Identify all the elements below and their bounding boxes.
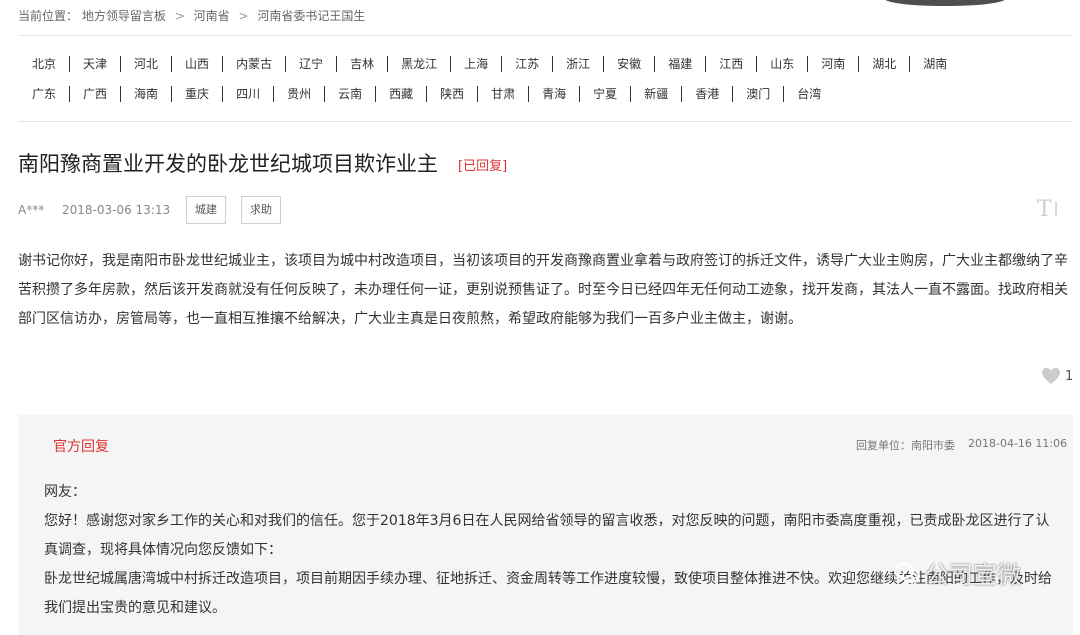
province-link[interactable]: 澳门 [733,86,785,102]
breadcrumb-item-province[interactable]: 河南省 [194,9,230,23]
province-link[interactable]: 北京 [18,56,71,72]
province-link[interactable]: 上海 [451,56,503,72]
province-link[interactable]: 湖南 [910,56,960,72]
province-link[interactable]: 河南 [808,56,860,72]
breadcrumb: 当前位置： 地方领导留言板 > 河南省 > 河南省委书记王国生 [18,7,365,24]
province-link[interactable]: 江西 [706,56,758,72]
heart-icon [1042,367,1060,385]
breadcrumb-separator: > [174,9,185,23]
province-link[interactable]: 云南 [325,86,377,102]
breadcrumb-item-board[interactable]: 地方领导留言板 [82,9,166,23]
font-size-mark [1054,202,1057,216]
font-size-icon[interactable]: T [1037,197,1060,222]
province-nav-row-2: 广东 广西 海南 重庆 四川 贵州 云南 西藏 陕西 甘肃 青海 宁夏 新疆 香港 澳门 台湾 [18,86,834,102]
province-link[interactable]: 青海 [529,86,581,102]
top-decoration [885,0,1005,6]
post-body: 谢书记你好，我是南阳市卧龙世纪城业主，该项目为城中村改造项目，当初该项目的开发商… [18,253,1068,327]
page-title: 南阳豫商置业开发的卧龙世纪城项目欺诈业主 [18,152,438,176]
province-link[interactable]: 广东 [18,86,71,102]
province-link[interactable]: 山西 [172,56,224,72]
province-link[interactable]: 广西 [70,86,122,102]
province-link[interactable]: 宁夏 [580,86,632,102]
province-link[interactable]: 江苏 [502,56,554,72]
breadcrumb-item-leader[interactable]: 河南省委书记王国生 [257,9,365,23]
province-link[interactable]: 四川 [223,86,275,102]
province-link[interactable]: 吉林 [337,56,389,72]
post-time: 2018-03-06 13:13 [62,203,171,217]
province-link[interactable]: 河北 [121,56,173,72]
province-link[interactable]: 西藏 [376,86,428,102]
reply-body: 网友： 您好！感谢您对家乡工作的关心和对我们的信任。您于2018年3月6日在人民… [44,478,1054,623]
province-link[interactable]: 台湾 [784,86,834,102]
province-link[interactable]: 甘肃 [478,86,530,102]
province-link[interactable]: 海南 [121,86,173,102]
divider [18,121,1073,122]
reply-greeting: 网友： [44,484,86,500]
province-link[interactable]: 福建 [655,56,707,72]
province-link[interactable]: 天津 [70,56,122,72]
province-link[interactable]: 陕西 [427,86,479,102]
province-link[interactable]: 山东 [757,56,809,72]
post-author: A*** [18,203,45,217]
breadcrumb-separator: > [238,9,249,23]
province-link[interactable]: 重庆 [172,86,224,102]
reply-time: 2018-04-16 11:06 [968,437,1068,450]
province-link[interactable]: 黑龙江 [388,56,452,72]
reply-label: 官方回复 [53,439,109,455]
province-nav-row-1: 北京 天津 河北 山西 内蒙古 辽宁 吉林 黑龙江 上海 江苏 浙江 安徽 福建 江西 山东 河南 湖北 湖南 [18,56,960,72]
province-link[interactable]: 浙江 [553,56,605,72]
province-link[interactable]: 贵州 [274,86,326,102]
official-reply-panel: 官方回复 回复单位：南阳市委 2018-04-16 11:06 网友： 您好！感… [18,415,1073,635]
province-link[interactable]: 安徽 [604,56,656,72]
watermark: 公司宣微 [893,555,1021,590]
wechat-icon [894,562,920,583]
font-size-label: T [1037,197,1052,222]
province-link[interactable]: 香港 [682,86,734,102]
status-badge: [已回复] [458,159,508,174]
divider [18,35,1073,36]
like-button[interactable]: 1 [1041,367,1073,385]
breadcrumb-prefix: 当前位置： [18,9,79,23]
watermark-text: 公司宣微 [925,561,1021,589]
reply-unit: 回复单位：南阳市委 [856,439,955,452]
province-link[interactable]: 内蒙古 [223,56,287,72]
tag-chengjian[interactable]: 城建 [186,196,226,224]
province-link[interactable]: 新疆 [631,86,683,102]
province-link[interactable]: 湖北 [859,56,911,72]
province-link[interactable]: 辽宁 [286,56,338,72]
tag-qiuzhu[interactable]: 求助 [241,196,281,224]
like-count: 1 [1065,368,1074,384]
